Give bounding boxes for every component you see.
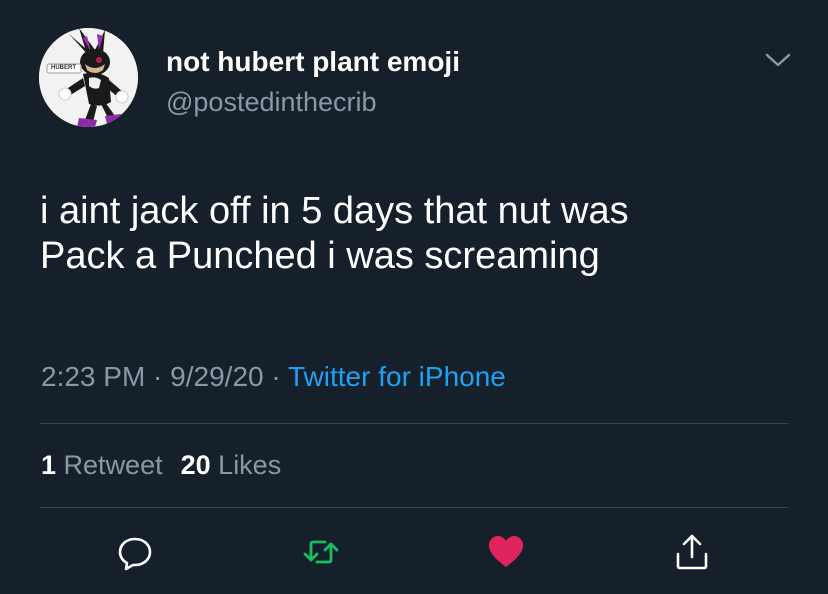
divider [40,423,788,424]
avatar[interactable]: HUBERT [39,28,138,127]
like-button[interactable] [486,532,526,572]
display-name[interactable]: not hubert plant emoji [166,45,460,79]
meta-separator: · [145,361,171,392]
avatar-patch-text: HUBERT [51,65,76,71]
likes-count: 20 [180,450,211,480]
share-button[interactable] [672,532,712,572]
retweet-button[interactable] [301,532,341,572]
likes-stat[interactable]: 20 Likes [181,450,282,480]
chevron-down-icon[interactable] [764,50,792,70]
tweet-card: HUBERT not hubert plant emoji @postedint… [0,0,828,594]
divider [40,507,788,508]
avatar-image [39,28,138,127]
heart-icon [489,536,523,567]
tweet-stats: 1 Retweet 20 Likes [41,448,281,482]
reply-button[interactable] [115,532,155,572]
share-icon [676,534,708,570]
retweets-stat[interactable]: 1 Retweet [41,450,163,480]
tweet-source-link[interactable]: Twitter for iPhone [288,361,506,392]
likes-label: Likes [218,450,282,480]
tweet-meta: 2:23 PM · 9/29/20 · Twitter for iPhone [41,359,506,395]
meta-separator: · [263,361,288,392]
user-handle[interactable]: @postedinthecrib [166,85,377,119]
reply-icon [118,537,152,571]
tweet-date[interactable]: 9/29/20 [170,361,263,392]
tweet-text: i aint jack off in 5 days that nut was P… [40,189,800,279]
retweet-icon [303,540,339,564]
retweets-label: Retweet [63,450,163,480]
tweet-text-line: Pack a Punched i was screaming [40,235,600,277]
tweet-time[interactable]: 2:23 PM [41,361,145,392]
tweet-text-line: i aint jack off in 5 days that nut was [40,190,629,232]
retweets-count: 1 [41,450,57,480]
